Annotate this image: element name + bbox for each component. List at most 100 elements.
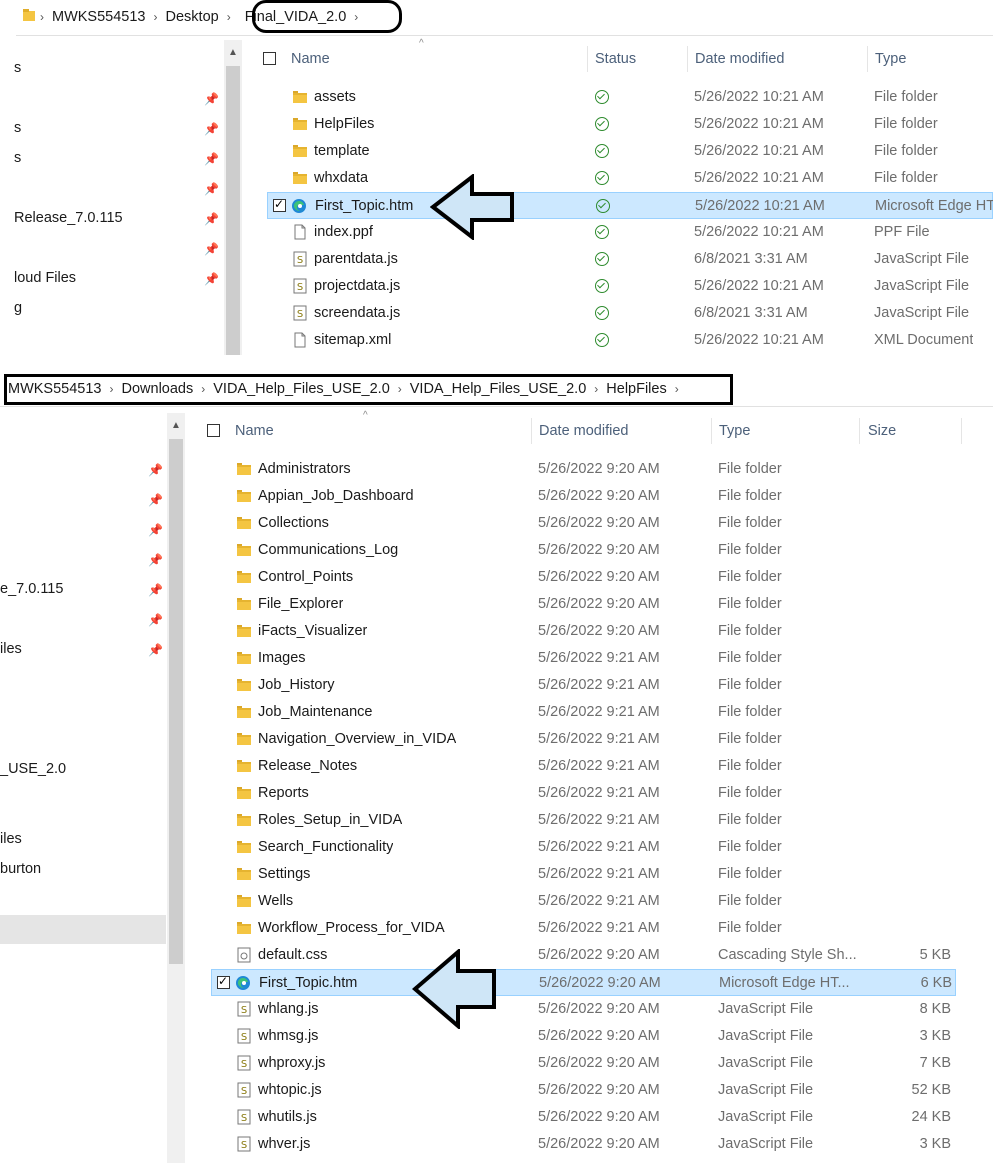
table-row[interactable]: iFacts_Visualizer 5/26/2022 9:20 AM File f… [211, 618, 956, 645]
scroll-up-icon[interactable]: ▲ [167, 417, 185, 435]
column-divider[interactable] [859, 418, 860, 444]
nav-item[interactable]: burton [0, 861, 41, 877]
table-row[interactable]: Control_Points 5/26/2022 9:20 AM File fold… [211, 564, 956, 591]
file-name[interactable]: whutils.js [258, 1104, 317, 1131]
column-header-name[interactable]: Name [291, 44, 330, 74]
table-row[interactable]: Swhver.js 5/26/2022 9:20 AM JavaScript Fil… [211, 1131, 956, 1158]
file-name[interactable]: Communications_Log [258, 537, 398, 564]
pin-icon[interactable]: 📌 [148, 613, 163, 627]
column-divider[interactable] [687, 46, 688, 72]
table-row[interactable]: Workflow_Process_for_VIDA 5/26/2022 9:21 … [211, 915, 956, 942]
table-row[interactable]: Sscreendata.js 6/8/2021 3:31 AM JavaScript… [267, 300, 993, 327]
table-row[interactable]: Settings 5/26/2022 9:21 AM File folder [211, 861, 956, 888]
file-name[interactable]: Images [258, 645, 306, 672]
table-row[interactable]: Appian_Job_Dashboard 5/26/2022 9:20 AM Fil… [211, 483, 956, 510]
breadcrumb-segment[interactable]: MWKS554513 [2, 381, 110, 397]
file-name[interactable]: Roles_Setup_in_VIDA [258, 807, 402, 834]
table-row[interactable]: Swhmsg.js 5/26/2022 9:20 AM JavaScript Fil… [211, 1023, 956, 1050]
table-row[interactable]: Roles_Setup_in_VIDA 5/26/2022 9:21 AM File… [211, 807, 956, 834]
row-checkbox[interactable] [273, 197, 286, 212]
pin-icon[interactable]: 📌 [148, 523, 163, 537]
row-checkbox[interactable] [217, 974, 230, 989]
file-name[interactable]: Appian_Job_Dashboard [258, 483, 414, 510]
file-name[interactable]: File_Explorer [258, 591, 343, 618]
nav-item[interactable]: iles [0, 641, 22, 657]
column-header-name[interactable]: Name [235, 416, 274, 446]
scroll-thumb[interactable] [169, 439, 183, 964]
top-nav-scrollbar[interactable]: ▲ [224, 40, 242, 355]
table-row[interactable]: Swhtopic.js 5/26/2022 9:20 AM JavaScript F… [211, 1077, 956, 1104]
file-name[interactable]: Wells [258, 888, 293, 915]
bottom-nav-scrollbar[interactable]: ▲ [167, 413, 185, 1163]
select-all-checkbox[interactable] [263, 52, 276, 65]
scroll-up-icon[interactable]: ▲ [224, 44, 242, 62]
file-name[interactable]: whver.js [258, 1131, 310, 1158]
file-name[interactable]: Job_Maintenance [258, 699, 372, 726]
column-header-date[interactable]: Date modified [539, 416, 628, 446]
bottom-navigation-pane[interactable]: e_7.0.115 iles _USE_2.0 iles burton 📌 📌 … [0, 413, 166, 1163]
pin-icon[interactable]: 📌 [204, 152, 219, 166]
file-name[interactable]: parentdata.js [314, 246, 398, 273]
file-name[interactable]: Search_Functionality [258, 834, 393, 861]
column-divider[interactable] [587, 46, 588, 72]
table-row[interactable]: HelpFiles 5/26/2022 10:21 AM File folder [267, 111, 993, 138]
column-header-size[interactable]: Size [868, 416, 896, 446]
file-name[interactable]: First_Topic.htm [259, 970, 357, 997]
file-name[interactable]: Collections [258, 510, 329, 537]
table-row[interactable]: assets 5/26/2022 10:21 AM File folder [267, 84, 993, 111]
table-row[interactable]: Swhproxy.js 5/26/2022 9:20 AM JavaScript F… [211, 1050, 956, 1077]
file-name[interactable]: First_Topic.htm [315, 193, 413, 220]
table-row[interactable]: sitemap.xml 5/26/2022 10:21 AM XML Documen… [267, 327, 993, 354]
file-name[interactable]: Navigation_Overview_in_VIDA [258, 726, 456, 753]
pin-icon[interactable]: 📌 [148, 553, 163, 567]
nav-item[interactable]: _USE_2.0 [0, 761, 66, 777]
column-divider[interactable] [711, 418, 712, 444]
nav-item[interactable]: e_7.0.115 [0, 581, 63, 597]
file-name[interactable]: Job_History [258, 672, 335, 699]
table-row[interactable]: First_Topic.htm 5/26/2022 9:20 AM Microsof… [211, 969, 956, 996]
pin-icon[interactable]: 📌 [148, 583, 163, 597]
table-row[interactable]: Search_Functionality 5/26/2022 9:21 AM Fil… [211, 834, 956, 861]
pin-icon[interactable]: 📌 [148, 643, 163, 657]
table-row[interactable]: index.ppf 5/26/2022 10:21 AM PPF File [267, 219, 993, 246]
table-row[interactable]: template 5/26/2022 10:21 AM File folder [267, 138, 993, 165]
table-row[interactable]: Job_Maintenance 5/26/2022 9:21 AM File fol… [211, 699, 956, 726]
table-row[interactable]: Administrators 5/26/2022 9:20 AM File fold… [211, 456, 956, 483]
column-header-type[interactable]: Type [719, 416, 750, 446]
table-row[interactable]: Reports 5/26/2022 9:21 AM File folder [211, 780, 956, 807]
breadcrumb-segment[interactable]: HelpFiles [598, 381, 674, 397]
table-row[interactable]: Navigation_Overview_in_VIDA 5/26/2022 9:2… [211, 726, 956, 753]
column-header-status[interactable]: Status [595, 44, 636, 74]
file-name[interactable]: assets [314, 84, 356, 111]
file-name[interactable]: Release_Notes [258, 753, 357, 780]
pin-icon[interactable]: 📌 [204, 182, 219, 196]
column-header-date[interactable]: Date modified [695, 44, 784, 74]
file-name[interactable]: Control_Points [258, 564, 353, 591]
table-row[interactable]: Communications_Log 5/26/2022 9:20 AM File … [211, 537, 956, 564]
file-name[interactable]: whproxy.js [258, 1050, 325, 1077]
file-name[interactable]: iFacts_Visualizer [258, 618, 367, 645]
nav-item[interactable]: loud Files [14, 270, 76, 286]
breadcrumb-segment[interactable]: VIDA_Help_Files_USE_2.0 [402, 381, 595, 397]
file-name[interactable]: Administrators [258, 456, 351, 483]
file-name[interactable]: Settings [258, 861, 310, 888]
table-row[interactable]: File_Explorer 5/26/2022 9:20 AM File folde… [211, 591, 956, 618]
pin-icon[interactable]: 📌 [148, 463, 163, 477]
table-row[interactable]: First_Topic.htm 5/26/2022 10:21 AM Microso… [267, 192, 993, 219]
file-name[interactable]: screendata.js [314, 300, 400, 327]
breadcrumb-segment[interactable]: MWKS554513 [44, 9, 154, 25]
table-row[interactable]: Wells 5/26/2022 9:21 AM File folder [211, 888, 956, 915]
file-name[interactable]: whtopic.js [258, 1077, 322, 1104]
nav-item-selected[interactable] [0, 915, 166, 944]
file-name[interactable]: index.ppf [314, 219, 373, 246]
file-name[interactable]: Reports [258, 780, 309, 807]
file-name[interactable]: whmsg.js [258, 1023, 318, 1050]
breadcrumb-segment[interactable]: VIDA_Help_Files_USE_2.0 [205, 381, 398, 397]
breadcrumb-segment[interactable]: Downloads [114, 381, 202, 397]
pin-icon[interactable]: 📌 [204, 122, 219, 136]
file-name[interactable]: template [314, 138, 370, 165]
table-row[interactable]: Collections 5/26/2022 9:20 AM File folder [211, 510, 956, 537]
column-header-type[interactable]: Type [875, 44, 906, 74]
file-name[interactable]: projectdata.js [314, 273, 400, 300]
nav-item[interactable]: Release_7.0.115 [14, 210, 123, 226]
